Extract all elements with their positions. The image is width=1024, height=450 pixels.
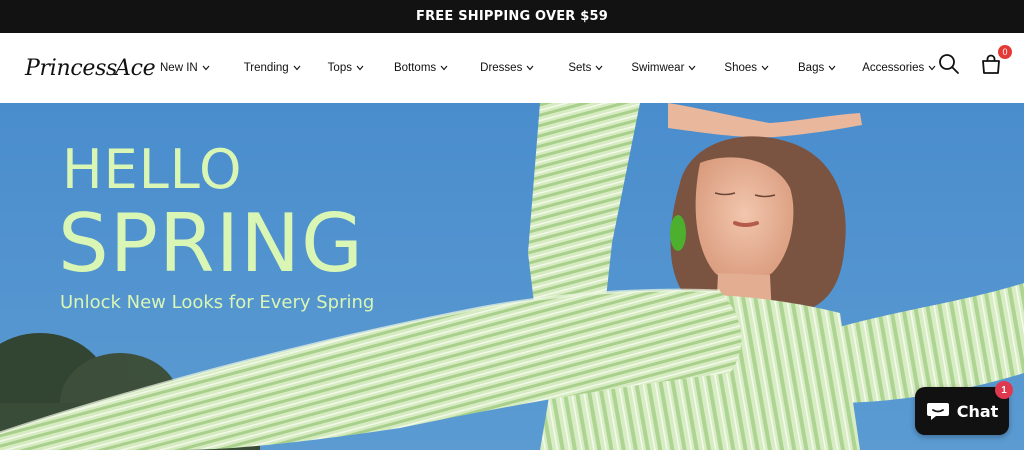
chat-notification-badge: 1 — [995, 381, 1013, 399]
nav-item-shoes[interactable]: Shoes — [724, 62, 769, 74]
chevron-down-icon — [688, 65, 696, 71]
hero-title-line-1: HELLO — [62, 138, 243, 201]
header-icons: 0 — [936, 45, 1012, 77]
cart-count-badge: 0 — [998, 45, 1012, 59]
hero-banner[interactable]: HELLO SPRING Unlock New Looks for Every … — [0, 103, 1024, 450]
chat-button[interactable]: Chat — [915, 387, 1009, 435]
logo[interactable]: Princess Ace — [25, 53, 156, 83]
logo-part-2: Ace — [115, 55, 156, 81]
nav-item-label: Tops — [327, 62, 352, 74]
nav-item-bottoms[interactable]: Bottoms — [394, 62, 448, 74]
chevron-down-icon — [761, 65, 769, 71]
nav-item-tops[interactable]: Tops — [328, 62, 364, 74]
chevron-down-icon — [356, 65, 364, 71]
hero-subtitle: Unlock New Looks for Every Spring — [60, 292, 375, 313]
nav-item-label: Trending — [243, 62, 289, 74]
announcement-text: FREE SHIPPING OVER $59 — [416, 9, 608, 24]
nav-item-accessories[interactable]: Accessories — [862, 62, 936, 74]
chevron-down-icon — [440, 65, 448, 71]
chat-bubble-icon — [926, 403, 949, 420]
chevron-down-icon — [595, 65, 603, 71]
nav-item-label: Bags — [798, 62, 825, 74]
nav-item-label: New IN — [160, 62, 198, 74]
main-nav: New IN Trending Tops Bottoms Dresses Sets Swim… — [160, 33, 936, 103]
announcement-bar: FREE SHIPPING OVER $59 — [0, 0, 1024, 33]
search-icon — [939, 54, 959, 74]
logo-part-1: Princess — [25, 55, 118, 81]
nav-item-label: Swimwear — [631, 62, 685, 74]
search-button[interactable] — [936, 51, 962, 77]
cart-button[interactable]: 0 — [978, 45, 1012, 77]
nav-item-label: Bottoms — [393, 62, 437, 74]
nav-item-label: Shoes — [724, 62, 758, 74]
chevron-down-icon — [293, 65, 301, 71]
nav-item-dresses[interactable]: Dresses — [480, 62, 534, 74]
nav-item-swimwear[interactable]: Swimwear — [631, 62, 696, 74]
nav-item-label: Dresses — [480, 62, 523, 74]
nav-item-new-in[interactable]: New IN — [160, 62, 210, 74]
nav-item-bags[interactable]: Bags — [798, 62, 836, 74]
nav-item-label: Accessories — [862, 62, 925, 74]
nav-item-label: Sets — [568, 62, 592, 74]
nav-item-trending[interactable]: Trending — [244, 62, 301, 74]
chevron-down-icon — [526, 65, 534, 71]
chevron-down-icon — [828, 65, 836, 71]
hero-title-line-2: SPRING — [58, 197, 365, 290]
chat-label: Chat — [956, 401, 999, 421]
chevron-down-icon — [202, 65, 210, 71]
site-header: Princess Ace New IN Trending Tops Bottoms Dre… — [0, 33, 1024, 103]
nav-item-sets[interactable]: Sets — [568, 62, 603, 74]
